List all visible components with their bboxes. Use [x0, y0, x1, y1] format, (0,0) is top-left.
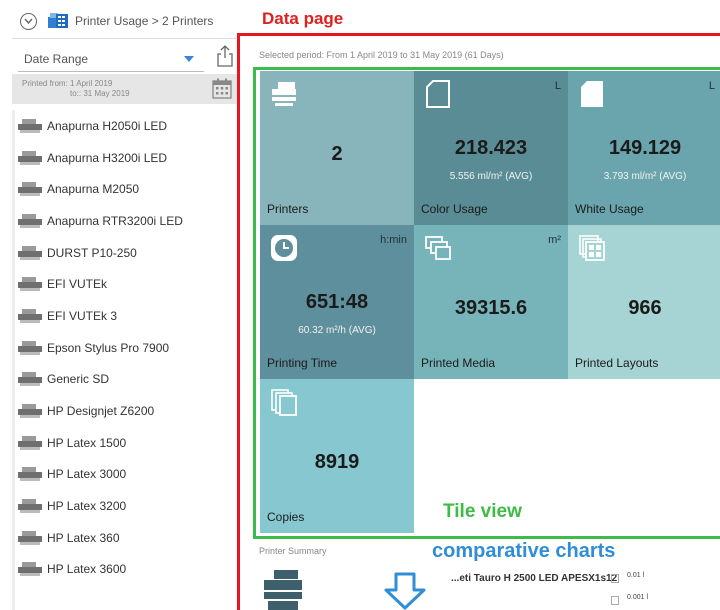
printer-name: HP Designjet Z6200	[47, 404, 155, 419]
printer-name: HP Latex 3200	[47, 499, 127, 514]
list-item[interactable]: Anapurna M2050	[12, 173, 238, 205]
date-range-select[interactable]: Date Range	[18, 46, 204, 72]
list-item[interactable]: DURST P10-250	[12, 237, 238, 269]
breadcrumb[interactable]: Printer Usage > 2 Printers	[75, 14, 213, 28]
printer-icon	[18, 372, 42, 387]
calendar-icon[interactable]	[212, 78, 232, 99]
printed-to-text: to:: 31 May 2019	[70, 89, 130, 98]
chevron-down-icon	[24, 18, 33, 24]
comparative-charts-annotation: comparative charts	[432, 540, 616, 562]
caret-down-icon	[184, 55, 194, 62]
printer-name: Anapurna RTR3200i LED	[47, 213, 183, 228]
printer-icon	[18, 150, 42, 165]
arrow-down-icon	[384, 572, 426, 610]
top-bar: Printer Usage > 2 Printers	[0, 8, 238, 34]
printer-name: HP Latex 360	[47, 530, 120, 545]
printer-name: Epson Stylus Pro 7900	[47, 340, 170, 355]
printer-name: EFI VUTEk	[47, 277, 108, 292]
printed-period-box: Printed from: 1 April 2019 to:: 31 May 2…	[12, 74, 238, 104]
printer-icon	[18, 182, 42, 197]
printer-name: HP Latex 1500	[47, 435, 127, 450]
printer-icon	[18, 340, 42, 355]
list-item[interactable]: Epson Stylus Pro 7900	[12, 332, 238, 364]
printer-name: Generic SD	[47, 372, 110, 387]
printer-name: Anapurna M2050	[47, 182, 140, 197]
printer-name: Anapurna H2050i LED	[47, 118, 168, 133]
printer-icon	[18, 404, 42, 419]
printer-name: EFI VUTEk 3	[47, 308, 118, 323]
printer-icon	[18, 530, 42, 545]
printer-icon	[18, 308, 42, 323]
printer-icon	[18, 118, 42, 133]
printer-usage-icon	[48, 13, 68, 28]
list-item[interactable]: Generic SD	[12, 364, 238, 396]
printer-icon	[18, 435, 42, 450]
list-item[interactable]: HP Designjet Z6200	[12, 395, 238, 427]
printer-icon	[18, 277, 42, 292]
list-item[interactable]: EFI VUTEk	[12, 268, 238, 300]
printer-icon	[18, 499, 42, 514]
printed-from-text: Printed from: 1 April 2019	[22, 79, 113, 88]
list-item[interactable]: HP Latex 3000	[12, 459, 238, 491]
back-button[interactable]	[20, 12, 37, 30]
sidebar: Printer Usage > 2 Printers Date Range Pr…	[0, 0, 238, 610]
tile-view-highlight	[253, 67, 720, 539]
printer-name: DURST P10-250	[47, 245, 137, 260]
tile-view-annotation: Tile view	[443, 501, 522, 522]
printer-name: Anapurna H3200i LED	[47, 150, 168, 165]
printer-icon	[18, 213, 42, 228]
printer-icon	[18, 245, 42, 260]
list-item[interactable]: Anapurna H3200i LED	[12, 142, 238, 174]
date-range-label: Date Range	[24, 51, 89, 66]
divider	[12, 38, 236, 39]
share-icon[interactable]	[216, 44, 234, 68]
list-item[interactable]: HP Latex 3200	[12, 490, 238, 522]
list-item[interactable]: EFI VUTEk 3	[12, 300, 238, 332]
printer-icon	[18, 467, 42, 482]
list-item[interactable]: HP Latex 1500	[12, 427, 238, 459]
printer-name: HP Latex 3000	[47, 467, 127, 482]
printer-icon	[18, 562, 42, 577]
data-page-annotation: Data page	[262, 9, 344, 28]
list-item[interactable]: Anapurna RTR3200i LED	[12, 205, 238, 237]
printer-name: HP Latex 3600	[47, 562, 127, 577]
printer-list: Anapurna H2050i LED Anapurna H3200i LED …	[12, 110, 238, 585]
list-item[interactable]: HP Latex 3600	[12, 554, 238, 586]
list-item[interactable]: Anapurna H2050i LED	[12, 110, 238, 142]
list-item[interactable]: HP Latex 360	[12, 522, 238, 554]
